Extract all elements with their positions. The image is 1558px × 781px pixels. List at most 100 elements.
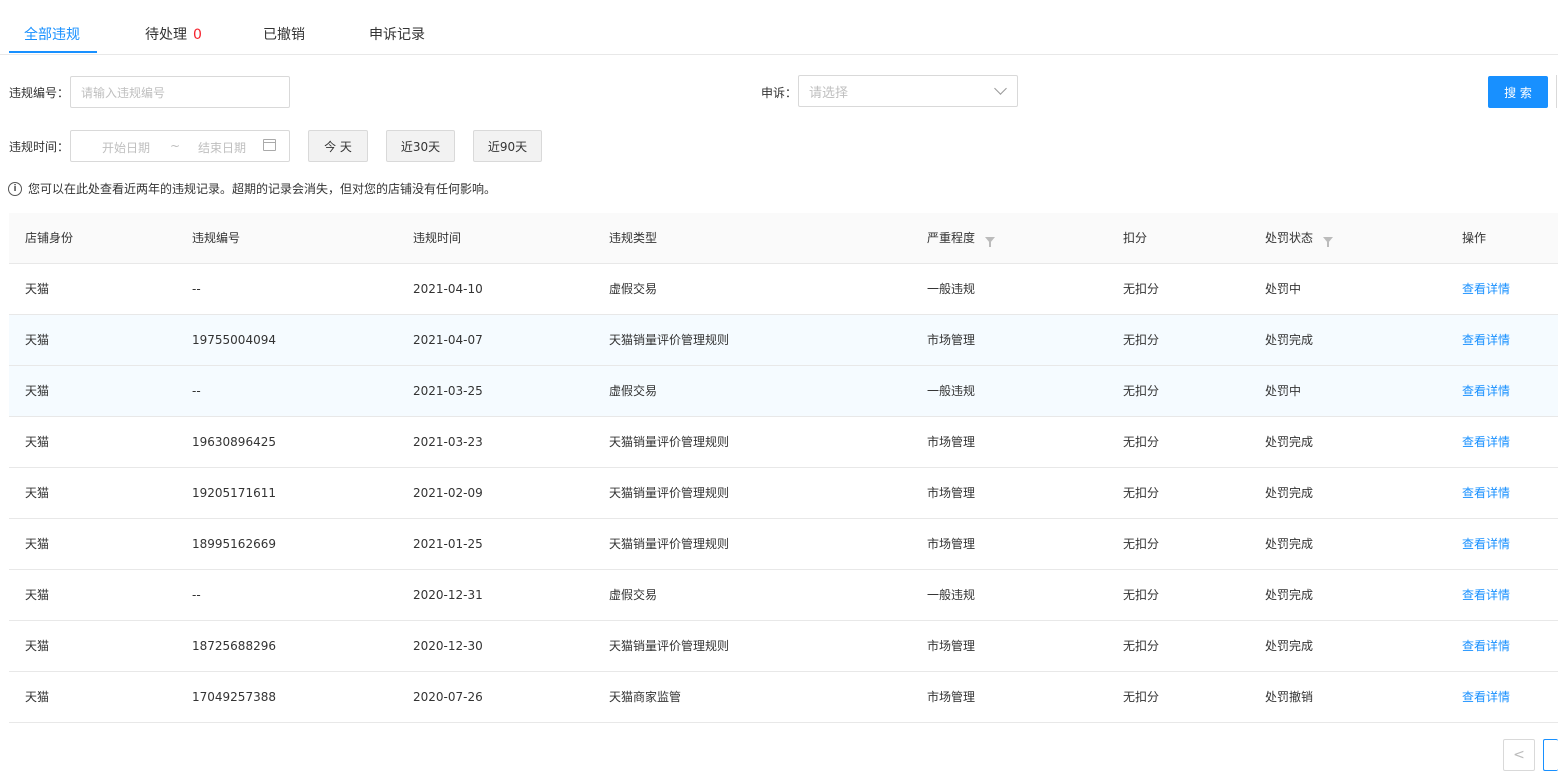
violation-no-cell: -- (192, 384, 201, 398)
deduction-cell: 无扣分 (1123, 690, 1160, 704)
deduction-cell: 无扣分 (1123, 486, 1160, 500)
violation-no-cell: 19630896425 (192, 435, 276, 449)
violation-time-cell: 2021-03-23 (413, 435, 483, 449)
col-severity-label: 严重程度 (927, 231, 976, 245)
severity-cell: 市场管理 (927, 639, 976, 653)
severity-cell: 一般违规 (927, 384, 976, 398)
violation-no-cell: 18995162669 (192, 537, 276, 551)
table-row: 天猫 19630896425 2021-03-23 天猫销量评价管理规则 市场管理 无扣分… (9, 417, 1558, 468)
end-date-input[interactable]: 结束日期 (198, 139, 246, 156)
severity-cell: 市场管理 (927, 435, 976, 449)
tab-appeal-records[interactable]: 申诉记录 (369, 24, 425, 44)
violation-time-cell: 2021-04-10 (413, 282, 483, 296)
tab-label: 申诉记录 (369, 27, 425, 43)
view-details-link[interactable]: 查看详情 (1462, 366, 1510, 416)
table-body: 天猫 -- 2021-04-10 虚假交易 一般违规 无扣分 处罚中 查看详情 天猫 197550… (9, 264, 1558, 723)
table-row: 天猫 19755004094 2021-04-07 天猫销量评价管理规则 市场管理 无扣分… (9, 315, 1558, 366)
tab-pending[interactable]: 待处理 0 (145, 24, 202, 44)
tab-bar: 全部违规 待处理 0 已撤销 申诉记录 (0, 0, 1558, 55)
store-identity-cell: 天猫 (25, 537, 50, 551)
violation-time-cell: 2021-01-25 (413, 537, 483, 551)
retention-notice: i 您可以在此处查看近两年的违规记录。超期的记录会消失，但对您的店铺没有任何影响… (8, 180, 496, 197)
violation-type-cell: 天猫销量评价管理规则 (609, 639, 730, 653)
col-violation-time: 违规时间 (413, 231, 462, 245)
violations-table: 店铺身份 违规编号 违规时间 违规类型 严重程度 扣分 处罚状态 操作 天猫 --… (9, 213, 1558, 723)
chevron-left-icon: < (1513, 747, 1525, 763)
pagination-next-button[interactable] (1543, 739, 1558, 771)
severity-cell: 市场管理 (927, 690, 976, 704)
filter-icon[interactable] (1323, 237, 1334, 247)
search-button[interactable]: 搜 索 (1488, 76, 1548, 108)
tab-all-violations[interactable]: 全部违规 (24, 24, 80, 44)
tab-revoked[interactable]: 已撤销 (263, 24, 305, 44)
deduction-cell: 无扣分 (1123, 537, 1160, 551)
quick-90-days-button[interactable]: 近90天 (473, 130, 542, 162)
start-date-input[interactable]: 开始日期 (102, 139, 150, 156)
penalty-status-cell: 处罚撤销 (1265, 690, 1314, 704)
store-identity-cell: 天猫 (25, 486, 50, 500)
view-details-link[interactable]: 查看详情 (1462, 417, 1510, 467)
violation-no-placeholder: 请输入违规编号 (81, 85, 166, 100)
violation-no-label: 违规编号： (9, 86, 70, 100)
store-identity-cell: 天猫 (25, 588, 50, 602)
tab-label: 待处理 (145, 27, 187, 43)
col-severity: 严重程度 (927, 213, 996, 263)
view-details-link[interactable]: 查看详情 (1462, 672, 1510, 722)
col-store-identity: 店铺身份 (25, 231, 74, 245)
table-header: 店铺身份 违规编号 违规时间 违规类型 严重程度 扣分 处罚状态 操作 (9, 213, 1558, 264)
violation-no-cell: 19205171611 (192, 486, 276, 500)
violation-time-cell: 2021-02-09 (413, 486, 483, 500)
table-row: 天猫 -- 2021-04-10 虚假交易 一般违规 无扣分 处罚中 查看详情 (9, 264, 1558, 315)
table-row: 天猫 -- 2021-03-25 虚假交易 一般违规 无扣分 处罚中 查看详情 (9, 366, 1558, 417)
table-row: 天猫 18725688296 2020-12-30 天猫销量评价管理规则 市场管理 无扣分… (9, 621, 1558, 672)
violation-type-cell: 虚假交易 (609, 588, 658, 602)
date-range-picker[interactable]: 开始日期 ~ 结束日期 (70, 130, 290, 162)
table-row: 天猫 19205171611 2021-02-09 天猫销量评价管理规则 市场管理 无扣分… (9, 468, 1558, 519)
penalty-status-cell: 处罚完成 (1265, 537, 1314, 551)
violation-time-label: 违规时间： (9, 140, 70, 154)
penalty-status-cell: 处罚完成 (1265, 435, 1314, 449)
penalty-status-cell: 处罚中 (1265, 282, 1302, 296)
violation-time-cell: 2020-12-31 (413, 588, 483, 602)
tab-label: 已撤销 (263, 27, 305, 43)
appeal-placeholder: 请选择 (809, 85, 849, 101)
active-tab-indicator (9, 51, 97, 53)
deduction-cell: 无扣分 (1123, 333, 1160, 347)
violation-type-cell: 天猫销量评价管理规则 (609, 486, 730, 500)
severity-cell: 市场管理 (927, 537, 976, 551)
violation-time-cell: 2021-04-07 (413, 333, 483, 347)
violation-type-cell: 天猫销量评价管理规则 (609, 537, 730, 551)
store-identity-cell: 天猫 (25, 639, 50, 653)
view-details-link[interactable]: 查看详情 (1462, 468, 1510, 518)
quick-today-button[interactable]: 今 天 (308, 130, 368, 162)
pagination-prev-button[interactable]: < (1503, 739, 1535, 771)
view-details-link[interactable]: 查看详情 (1462, 519, 1510, 569)
table-row: 天猫 17049257388 2020-07-26 天猫商家监管 市场管理 无扣分 处罚撤销… (9, 672, 1558, 723)
deduction-cell: 无扣分 (1123, 282, 1160, 296)
col-deduction: 扣分 (1123, 231, 1148, 245)
view-details-link[interactable]: 查看详情 (1462, 315, 1510, 365)
violation-type-cell: 天猫商家监管 (609, 690, 682, 704)
col-violation-no: 违规编号 (192, 231, 241, 245)
store-identity-cell: 天猫 (25, 333, 50, 347)
violation-type-cell: 虚假交易 (609, 384, 658, 398)
appeal-select[interactable]: 请选择 (798, 75, 1018, 107)
violation-type-cell: 天猫销量评价管理规则 (609, 333, 730, 347)
violation-no-input[interactable]: 请输入违规编号 (70, 76, 290, 108)
violation-no-cell: 19755004094 (192, 333, 276, 347)
tab-label: 全部违规 (24, 27, 80, 43)
quick-30-days-button[interactable]: 近30天 (386, 130, 455, 162)
filter-icon[interactable] (985, 237, 996, 247)
calendar-icon (263, 139, 276, 151)
penalty-status-cell: 处罚中 (1265, 384, 1302, 398)
view-details-link[interactable]: 查看详情 (1462, 264, 1510, 314)
view-details-link[interactable]: 查看详情 (1462, 570, 1510, 620)
view-details-link[interactable]: 查看详情 (1462, 621, 1510, 671)
violation-no-cell: -- (192, 588, 201, 602)
deduction-cell: 无扣分 (1123, 384, 1160, 398)
col-penalty-status: 处罚状态 (1265, 213, 1334, 263)
violation-no-cell: 18725688296 (192, 639, 276, 653)
violation-no-cell: 17049257388 (192, 690, 276, 704)
deduction-cell: 无扣分 (1123, 639, 1160, 653)
penalty-status-cell: 处罚完成 (1265, 639, 1314, 653)
